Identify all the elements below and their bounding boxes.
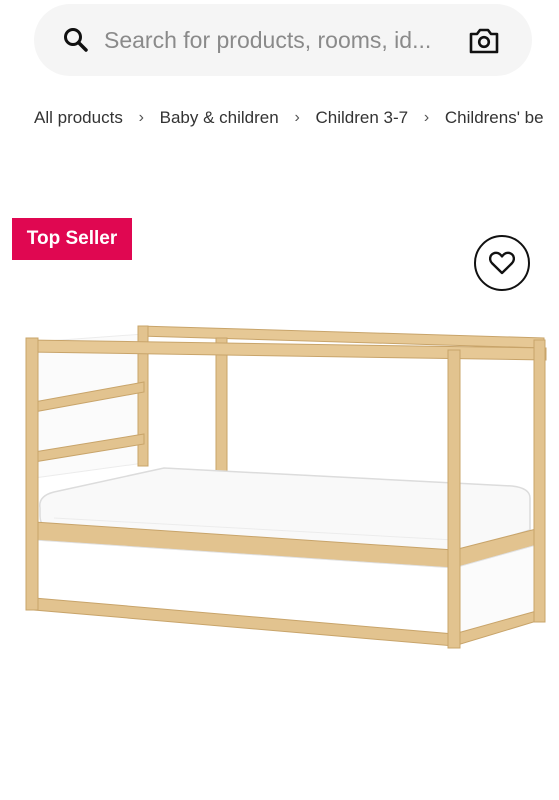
breadcrumb: All products › Baby & children › Childre… (34, 107, 559, 133)
heart-icon (489, 251, 515, 275)
breadcrumb-children-3-7[interactable]: Children 3-7 (316, 108, 409, 128)
search-icon[interactable] (62, 26, 90, 54)
breadcrumb-separator: › (294, 108, 300, 126)
bed-post (25, 337, 39, 611)
bed-post (533, 339, 546, 623)
product-image[interactable] (14, 318, 554, 663)
breadcrumb-all-products[interactable]: All products (34, 108, 123, 128)
top-seller-badge: Top Seller (12, 218, 132, 260)
breadcrumb-childrens-beds[interactable]: Childrens' be (445, 108, 544, 128)
search-input[interactable] (104, 22, 474, 58)
bed-post (447, 349, 461, 649)
camera-icon[interactable] (468, 26, 500, 56)
bed-post (215, 337, 228, 479)
favourite-button[interactable] (474, 235, 530, 291)
breadcrumb-separator: › (423, 108, 430, 126)
breadcrumb-separator: › (138, 108, 144, 126)
breadcrumb-baby-children[interactable]: Baby & children (160, 108, 279, 128)
search-bar[interactable] (34, 4, 532, 76)
